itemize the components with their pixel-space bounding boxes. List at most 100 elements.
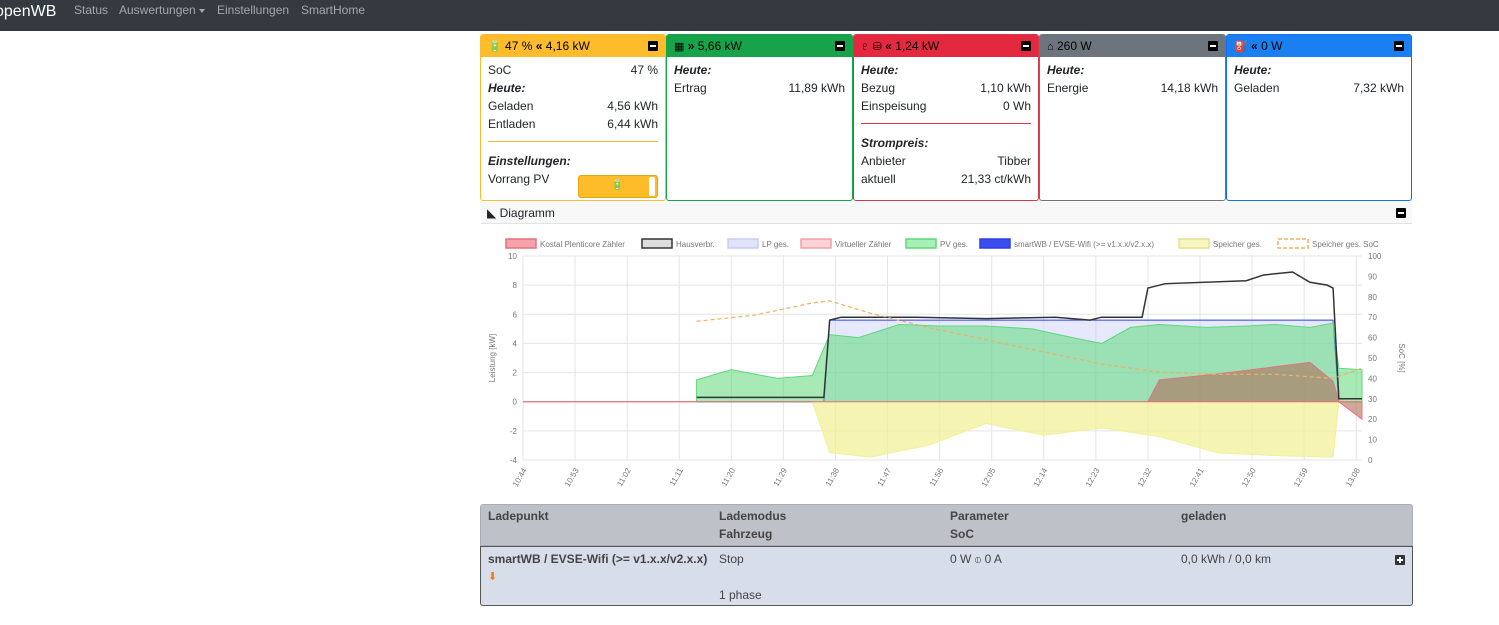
x-tick-label: 11:02 [615,466,633,488]
col-lademodus: Lademodus [719,509,787,523]
y-tick-label: 8 [513,281,518,290]
y-tick-label: 6 [513,310,518,319]
chargepoint-phases: 1 phase [719,588,762,602]
house-card-header: ⌂ 260 W [1040,35,1225,57]
chargepoint-power-head: 0 W [1261,39,1283,53]
y2-tick-label: 40 [1368,374,1377,383]
diagram-title: Diagramm [499,206,555,220]
battery-power-head: 4,16 kW [545,39,590,53]
nav-auswertungen-label: Auswertungen [119,3,196,17]
nav-einstellungen[interactable]: Einstellungen [217,3,289,17]
y2-tick-label: 70 [1368,313,1377,322]
y2-tick-label: 60 [1368,334,1377,343]
soc-label: SoC [488,63,512,77]
price-title: Strompreis: [861,136,929,150]
y-tick-label: 0 [513,398,518,407]
house-power-head: 260 W [1057,39,1092,53]
x-tick-label: 11:29 [772,466,790,488]
grid-export-value: 0 Wh [1002,99,1031,113]
collapse-diagram-button[interactable] [1396,208,1406,218]
legend-label: Virtueller Zähler [835,240,892,249]
legend-label: PV ges. [940,240,968,249]
battery-card-header: 🔋 47 % « 4,16 kW [481,35,665,57]
soc-value: 47 % [630,63,658,77]
collapse-grid-button[interactable] [1021,41,1031,51]
nav-status[interactable]: Status [74,3,108,17]
x-tick-label: 12:05 [980,466,998,488]
nav-smarthome[interactable]: SmartHome [301,3,365,17]
x-tick-label: 13:08 [1344,466,1362,488]
grid-import-label: Bezug [861,81,896,95]
power-chart: 10 8 6 4 2 0 -2 -4 10:44 10:53 11:02 11:11 11:20 11:2… [481,225,1412,503]
chevrons-left-icon: « [535,39,543,53]
legend-swatch [979,238,1011,249]
chargepoint-mode: Stop [719,552,744,566]
x-tick-label: 11:11 [668,466,685,487]
legend-swatch [641,238,673,249]
battery-divider [488,141,658,142]
x-tick-label: 12:41 [1188,466,1206,488]
chargepoint-row[interactable]: smartWB / EVSE-Wifi (>= v1.x.x/v2.x.x) ⬇… [480,546,1413,606]
col-ladepunkt: Ladepunkt [488,509,549,523]
x-tick-label: 11:38 [824,466,842,488]
legend-label: Kostal Plenticore Zähler [540,240,625,249]
legend-swatch [1277,238,1309,249]
pv-card-header: ▦ » 5,66 kW [667,35,852,57]
legend-swatch [1178,238,1210,249]
x-tick-label: 11:47 [876,466,894,488]
current-price-value: 21,33 ct/kWh [960,172,1031,186]
collapse-house-button[interactable] [1208,41,1218,51]
battery-charged-value: 4,56 kWh [607,99,658,113]
current-price-label: aktuell [861,172,896,186]
grid-export-label: Einspeisung [861,99,927,113]
brand-logo[interactable]: openWB [0,3,56,21]
provider-label: Anbieter [861,154,906,168]
battery-settings-label: Einstellungen: [488,154,571,168]
grid-import-value: 1,10 kWh [980,81,1031,95]
x-tick-label: 11:56 [928,466,946,488]
x-tick-label: 12:14 [1032,466,1050,488]
house-today-label: Heute: [1047,63,1085,77]
battery-soc-head: 47 % [505,39,533,53]
grid-power-head: 1,24 kW [895,39,940,53]
home-icon: ⌂ [1047,41,1054,53]
y2-tick-label: 10 [1368,436,1377,445]
y2-tick-label: 50 [1368,354,1377,363]
col-fahrzeug: Fahrzeug [719,527,773,541]
chargepoint-charged-value: 7,32 kWh [1353,81,1404,95]
house-card: ⌂ 260 W Heute: Energie 14,18 kWh [1039,34,1226,201]
battery-today-label: Heute: [488,81,526,95]
x-tick-label: 12:59 [1292,466,1310,488]
collapse-pv-button[interactable] [835,41,845,51]
grid-divider [861,123,1031,124]
chevrons-right-icon: » [687,39,695,53]
chargepoint-power: 0 W [950,552,972,566]
y2-tick-label: 30 [1368,395,1377,404]
battery-discharged-value: 6,44 kWh [607,117,658,131]
x-tick-label: 10:53 [563,466,581,488]
y-tick-label: 4 [513,339,518,348]
legend-swatch [905,238,937,249]
collapse-chargepoint-button[interactable] [1394,41,1404,51]
priority-pv-toggle[interactable]: 🔋 [578,175,658,198]
x-tick-label: 11:20 [720,466,738,488]
pv-card: ▦ » 5,66 kW Heute: Ertrag 11,89 kWh [666,34,853,201]
expand-chargepoint-button[interactable] [1395,555,1405,565]
y-tick-label: 2 [513,369,518,378]
pv-today-label: Heute: [674,63,712,77]
chargepoint-card: ⛽ « 0 W Heute: Geladen 7,32 kWh [1226,34,1412,201]
battery-car-icon: 🔋 [611,180,624,191]
x-tick-label: 10:44 [511,466,529,488]
collapse-battery-button[interactable] [648,41,658,51]
legend-swatch [727,238,759,249]
legend-label: Speicher ges. [1213,240,1262,249]
charging-station-icon: ⛽ [1234,41,1248,53]
chargepoint-today-label: Heute: [1234,63,1272,77]
nav-auswertungen[interactable]: Auswertungen [119,3,205,17]
pv-yield-value: 11,89 kWh [788,81,845,95]
grid-card-header: ♇ ⛁ « 1,24 kW [854,35,1038,57]
y2-tick-label: 100 [1368,252,1382,261]
x-tick-label: 12:23 [1084,466,1102,488]
col-geladen: geladen [1181,509,1227,523]
battery-car-icon: 🔋 [488,41,502,53]
